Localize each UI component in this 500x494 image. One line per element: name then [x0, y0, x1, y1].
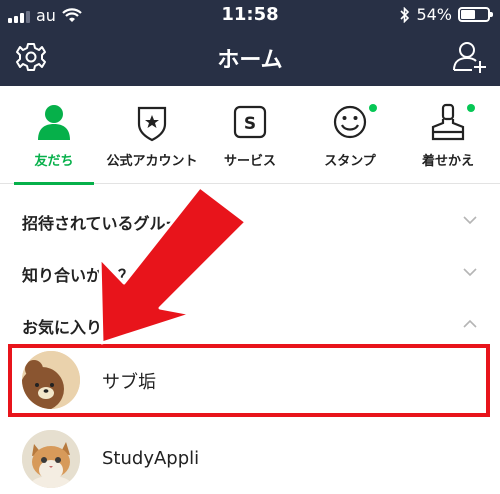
tab-label: 公式アカウント: [106, 154, 198, 169]
category-tabs: 友だち 公式アカウント S サービス スタンプ 着せかえ: [0, 86, 500, 185]
add-friend-icon[interactable]: [452, 40, 488, 74]
chevron-up-icon: [463, 319, 477, 328]
friend-row[interactable]: StudyAppli: [0, 420, 500, 494]
battery-percent: 54%: [416, 5, 452, 24]
friend-name: StudyAppli: [102, 448, 200, 469]
section-label: お気に入り 2: [22, 318, 119, 337]
chevron-down-icon: [463, 216, 477, 225]
tab-themes[interactable]: 着せかえ: [400, 86, 496, 184]
status-right: 54%: [400, 5, 493, 24]
kitten-avatar: [22, 430, 80, 488]
bluetooth-icon: [400, 6, 410, 23]
person-icon: [38, 105, 70, 140]
tab-friends[interactable]: 友だち: [4, 86, 104, 184]
line-home-screen: au 11:58 54% ホーム 友だち 公式アカウント S サービス スタンプ…: [0, 0, 500, 494]
new-badge-dot: [369, 104, 377, 112]
service-icon: S: [233, 105, 267, 139]
tab-label: 着せかえ: [421, 154, 474, 169]
section-label: 招待されているグルー: [22, 214, 182, 233]
svg-text:S: S: [244, 114, 256, 134]
tab-services[interactable]: S サービス: [200, 86, 300, 184]
chevron-down-icon: [463, 268, 477, 277]
section-people-you-may-know[interactable]: 知り合いかも？: [0, 246, 500, 298]
tab-label: サービス: [223, 154, 276, 169]
section-invited-groups[interactable]: 招待されているグルー: [0, 194, 500, 246]
new-badge-dot: [467, 104, 475, 112]
tab-stickers[interactable]: スタンプ: [300, 86, 400, 184]
official-shield-icon: [137, 106, 167, 142]
brush-icon: [431, 103, 465, 141]
active-tab-indicator: [14, 182, 94, 185]
tab-label: 友だち: [34, 154, 74, 169]
annotation-highlight-box: [8, 344, 490, 417]
battery-fill: [461, 10, 475, 19]
battery-icon: [458, 7, 493, 22]
section-label: 知り合いかも？: [22, 266, 135, 285]
page-title: ホーム: [217, 48, 283, 73]
smiley-icon: [333, 105, 367, 139]
app-header: ホーム: [0, 30, 500, 86]
tab-official-accounts[interactable]: 公式アカウント: [100, 86, 204, 184]
status-bar: au 11:58 54%: [0, 0, 500, 30]
tab-label: スタンプ: [324, 154, 376, 169]
